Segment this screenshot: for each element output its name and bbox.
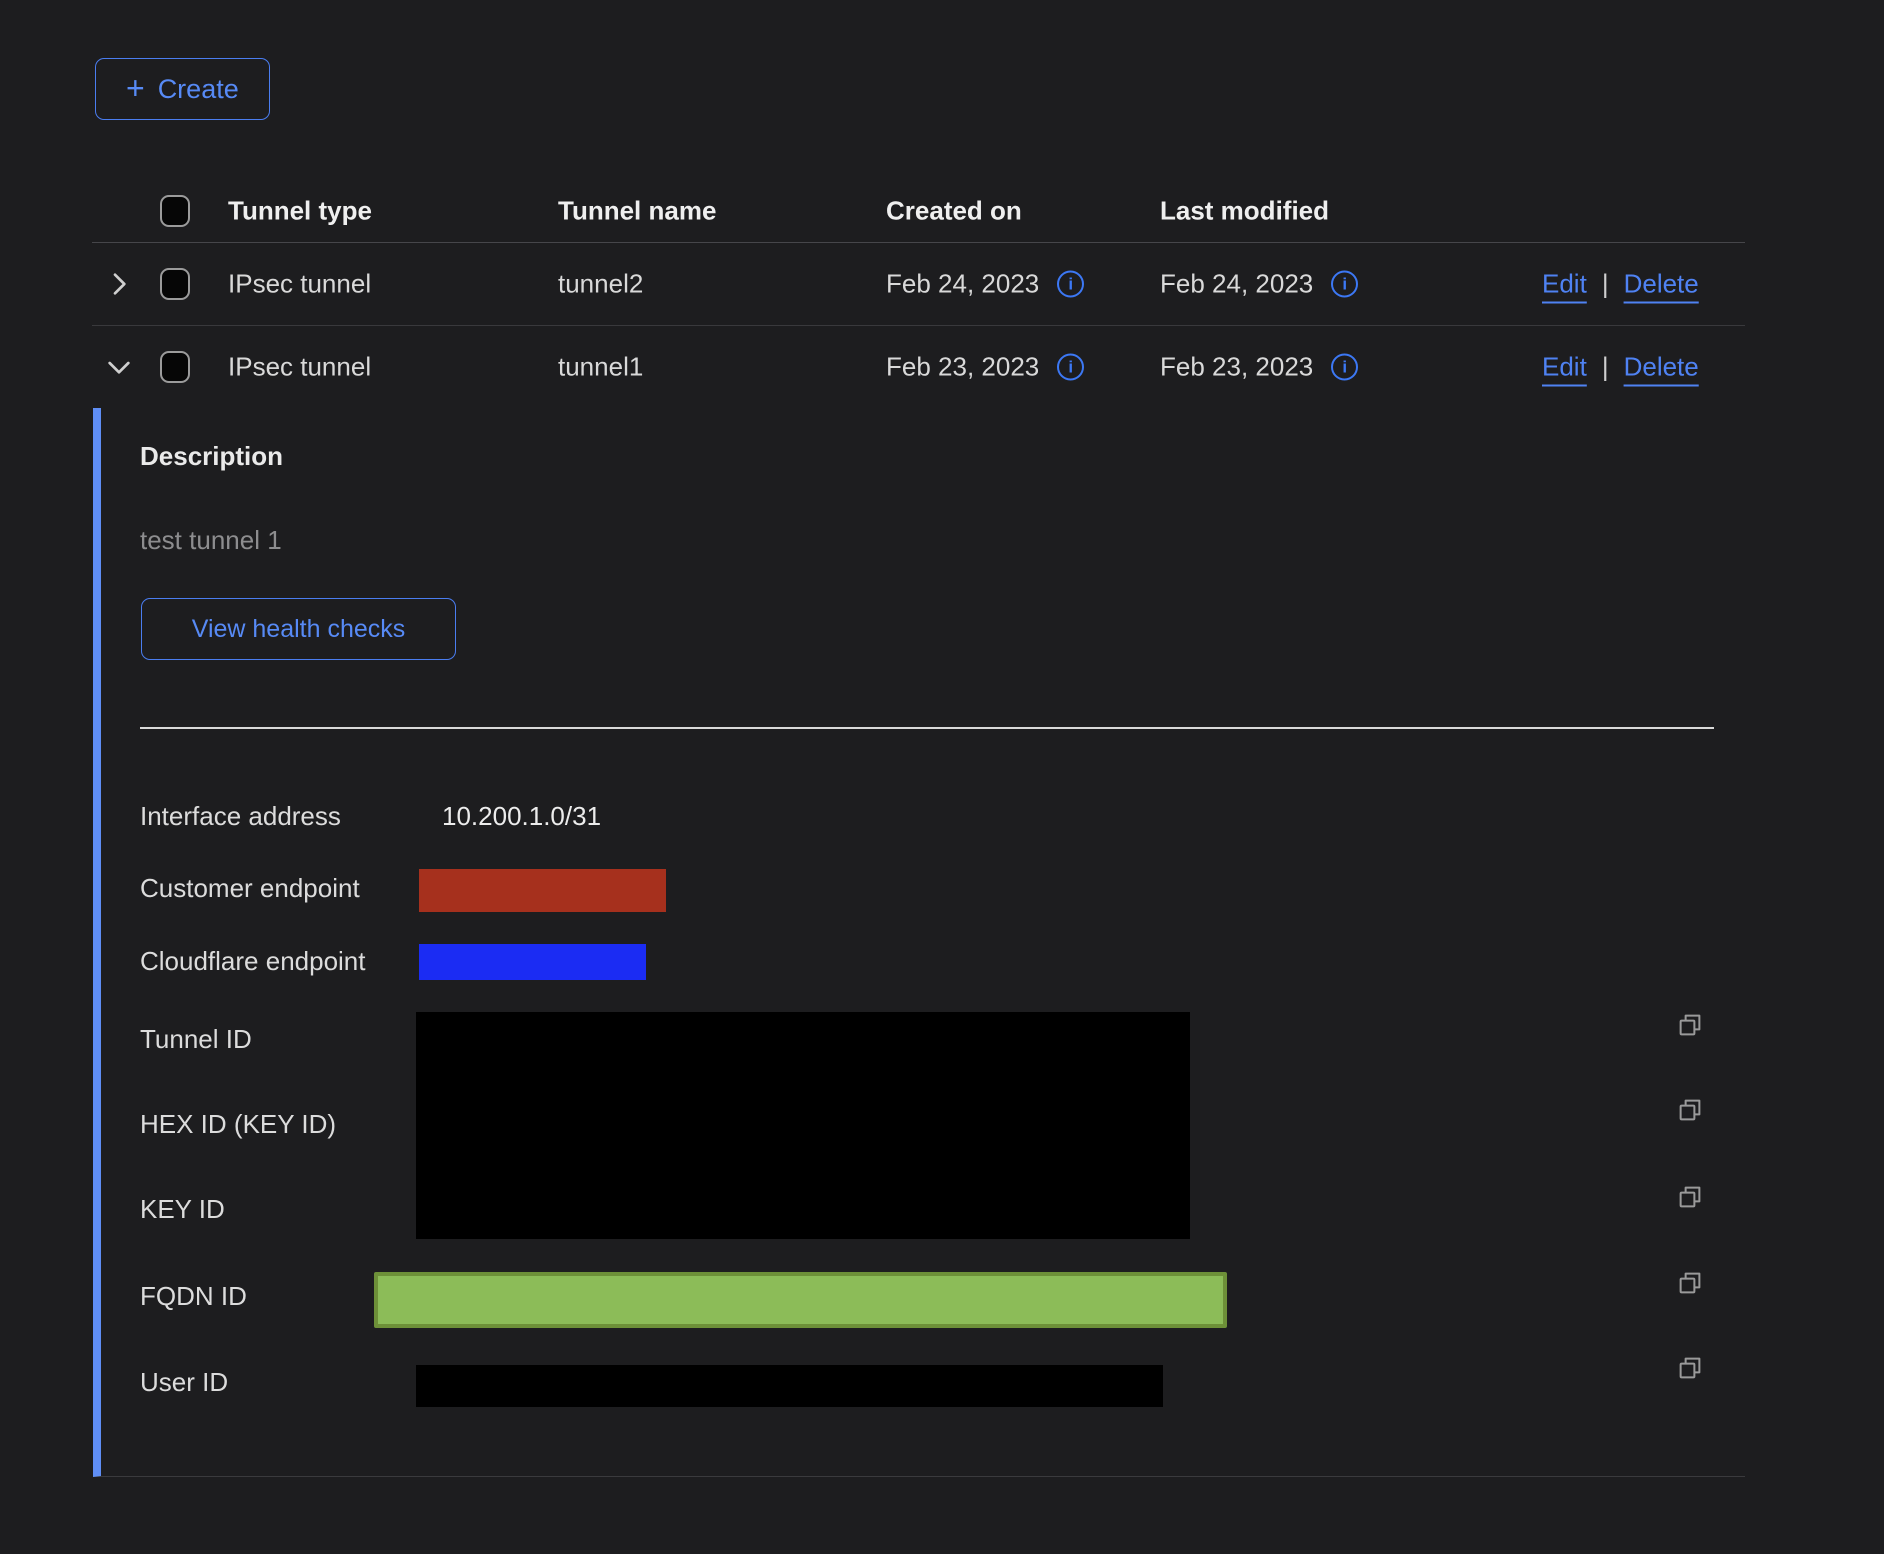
fqdn-id-label: FQDN ID	[140, 1281, 247, 1312]
ids-redacted-value	[416, 1012, 1190, 1239]
last-modified-value: Feb 24, 2023	[1160, 269, 1313, 300]
key-id-label: KEY ID	[140, 1194, 225, 1225]
actions-separator: |	[1602, 352, 1609, 383]
select-all-checkbox[interactable]	[160, 195, 190, 227]
delete-link[interactable]: Delete	[1624, 269, 1699, 300]
row-actions: Edit | Delete	[1542, 352, 1699, 383]
column-header-tunnel-type: Tunnel type	[228, 196, 372, 227]
copy-icon-hex-id[interactable]	[1675, 1095, 1705, 1125]
tunnel-type-cell: IPsec tunnel	[228, 352, 371, 383]
actions-separator: |	[1602, 269, 1609, 300]
create-button[interactable]: + Create	[95, 58, 270, 120]
tunnels-page: + Create Tunnel type Tunnel name Created…	[0, 0, 1884, 1554]
table-row-tunnel1: IPsec tunnel tunnel1 Feb 23, 2023 i Feb …	[0, 326, 1884, 408]
chevron-down-icon[interactable]	[103, 351, 135, 383]
tunnel-name-cell: tunnel1	[558, 352, 643, 383]
fqdn-id-redacted-value	[374, 1272, 1227, 1328]
description-value: test tunnel 1	[140, 525, 282, 556]
user-id-label: User ID	[140, 1367, 228, 1398]
copy-icon-key-id[interactable]	[1675, 1182, 1705, 1212]
cloudflare-endpoint-label: Cloudflare endpoint	[140, 946, 366, 977]
customer-endpoint-redacted-value	[419, 869, 666, 912]
last-modified-value: Feb 23, 2023	[1160, 352, 1313, 383]
table-header: Tunnel type Tunnel name Created on Last …	[0, 180, 1884, 242]
created-on-cell: Feb 24, 2023 i	[886, 269, 1084, 300]
user-id-redacted-value	[416, 1365, 1163, 1407]
created-on-value: Feb 23, 2023	[886, 352, 1039, 383]
section-divider	[140, 727, 1714, 729]
info-icon[interactable]: i	[1057, 271, 1084, 298]
interface-address-value: 10.200.1.0/31	[442, 801, 601, 832]
tunnel-type-cell: IPsec tunnel	[228, 269, 371, 300]
edit-link[interactable]: Edit	[1542, 269, 1587, 300]
column-header-created-on: Created on	[886, 196, 1022, 227]
interface-address-label: Interface address	[140, 801, 341, 832]
created-on-value: Feb 24, 2023	[886, 269, 1039, 300]
create-button-label: Create	[158, 74, 239, 105]
last-modified-cell: Feb 24, 2023 i	[1160, 269, 1358, 300]
copy-icon-fqdn-id[interactable]	[1675, 1268, 1705, 1298]
table-row-tunnel2: IPsec tunnel tunnel2 Feb 24, 2023 i Feb …	[0, 243, 1884, 325]
info-icon[interactable]: i	[1331, 354, 1358, 381]
chevron-right-icon[interactable]	[103, 268, 135, 300]
hex-id-label: HEX ID (KEY ID)	[140, 1109, 336, 1140]
tunnel-id-label: Tunnel ID	[140, 1024, 252, 1055]
column-header-last-modified: Last modified	[1160, 196, 1329, 227]
created-on-cell: Feb 23, 2023 i	[886, 352, 1084, 383]
edit-link[interactable]: Edit	[1542, 352, 1587, 383]
row-checkbox[interactable]	[160, 351, 190, 383]
info-icon[interactable]: i	[1331, 271, 1358, 298]
copy-icon-user-id[interactable]	[1675, 1353, 1705, 1383]
delete-link[interactable]: Delete	[1624, 352, 1699, 383]
row-actions: Edit | Delete	[1542, 269, 1699, 300]
copy-icon-tunnel-id[interactable]	[1675, 1010, 1705, 1040]
cloudflare-endpoint-redacted-value	[419, 944, 646, 980]
column-header-tunnel-name: Tunnel name	[558, 196, 716, 227]
last-modified-cell: Feb 23, 2023 i	[1160, 352, 1358, 383]
plus-icon: +	[126, 72, 145, 104]
description-label: Description	[140, 441, 283, 472]
view-health-checks-button[interactable]: View health checks	[141, 598, 456, 660]
tunnel1-expanded-panel: Description test tunnel 1 View health ch…	[93, 408, 1745, 1477]
customer-endpoint-label: Customer endpoint	[140, 873, 360, 904]
tunnel-name-cell: tunnel2	[558, 269, 643, 300]
row-checkbox[interactable]	[160, 268, 190, 300]
info-icon[interactable]: i	[1057, 354, 1084, 381]
